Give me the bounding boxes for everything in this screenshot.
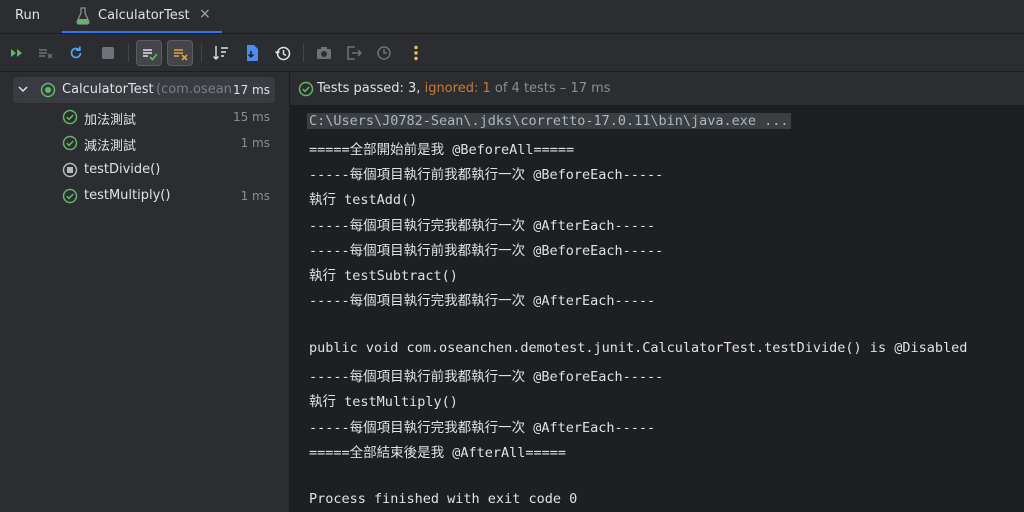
run-tool-window-title: Run	[15, 8, 40, 23]
rerun-failed-button[interactable]	[33, 40, 59, 66]
rerun-all-icon	[11, 49, 22, 57]
test-suite-passed-icon	[40, 82, 56, 98]
tree-root-calculator-test[interactable]: CalculatorTest (com.oseanchen 17 ms	[13, 77, 275, 103]
tree-item-label: testMultiply()	[84, 188, 171, 203]
export-results-button[interactable]	[341, 40, 367, 66]
console-line: -----每個項目執行前我都執行一次 @BeforeEach-----	[309, 167, 664, 183]
screenshot-button[interactable]	[311, 40, 337, 66]
tree-item-test-multiply[interactable]: testMultiply() 1 ms	[0, 183, 289, 209]
toolbar-separator	[303, 44, 304, 62]
show-passed-icon	[143, 49, 158, 61]
passed-count: Tests passed: 3,	[317, 81, 421, 96]
console-command-line[interactable]: C:\Users\J0782-Sean\.jdks\corretto-17.0.…	[307, 113, 791, 129]
stop-icon	[102, 47, 114, 59]
toolbar-separator	[201, 44, 202, 62]
show-ignored-toggle[interactable]	[167, 40, 193, 66]
sort-button[interactable]	[208, 40, 234, 66]
camera-icon	[317, 47, 331, 59]
tree-item-duration: 1 ms	[240, 189, 270, 203]
sort-icon	[213, 46, 228, 60]
show-ignored-icon	[174, 49, 188, 61]
console-line: -----每個項目執行完我都執行一次 @AfterEach-----	[309, 218, 656, 234]
export-icon	[347, 46, 363, 60]
tree-item-label: 加法測試	[84, 113, 137, 128]
toolbar-separator	[128, 44, 129, 62]
tree-item-duration: 15 ms	[232, 110, 270, 124]
test-status-bar: Tests passed: 3, ignored: 1 of 4 tests –…	[290, 72, 1024, 105]
tool-window-header: Run CalculatorTest ×	[0, 0, 1024, 34]
console-line: =====全部結束後是我 @AfterAll=====	[309, 445, 567, 461]
console-line: public void com.oseanchen.demotest.junit…	[309, 340, 968, 356]
console-line: Process finished with exit code 0	[309, 491, 578, 507]
tab-calculator-test[interactable]: CalculatorTest ×	[62, 0, 222, 33]
console-line: -----每個項目執行前我都執行一次 @BeforeEach-----	[309, 243, 664, 259]
more-options-button[interactable]	[403, 40, 429, 66]
coverage-icon	[377, 46, 391, 60]
check-circle-icon	[298, 81, 314, 97]
tab-title: CalculatorTest	[98, 8, 190, 23]
test-passed-icon	[62, 135, 78, 151]
tree-item-add-test[interactable]: 加法測試 15 ms	[0, 104, 289, 130]
console-line: =====全部開始前是我 @BeforeAll=====	[309, 142, 575, 158]
rerun-icon	[70, 46, 82, 59]
test-passed-icon	[62, 188, 78, 204]
ignored-count: ignored: 1	[424, 81, 491, 96]
show-passed-toggle[interactable]	[136, 40, 162, 66]
console-line: -----每個項目執行前我都執行一次 @BeforeEach-----	[309, 369, 664, 385]
tree-item-subtract-test[interactable]: 減法測試 1 ms	[0, 130, 289, 156]
history-icon	[275, 46, 291, 61]
console-line: -----每個項目執行完我都執行一次 @AfterEach-----	[309, 420, 656, 436]
test-results-tree: CalculatorTest (com.oseanchen 17 ms 加法測試…	[0, 72, 290, 512]
test-status-text: Tests passed: 3, ignored: 1 of 4 tests –…	[317, 81, 611, 96]
console-line: 執行 testAdd()	[309, 192, 418, 208]
tree-item-test-divide[interactable]: testDivide()	[0, 157, 289, 183]
console-line: -----每個項目執行完我都執行一次 @AfterEach-----	[309, 293, 656, 309]
coverage-button[interactable]	[371, 40, 397, 66]
tree-item-label: testDivide()	[84, 162, 161, 177]
console-output[interactable]: Tests passed: 3, ignored: 1 of 4 tests –…	[290, 72, 1024, 512]
rerun-button[interactable]	[63, 40, 89, 66]
import-tests-button[interactable]	[239, 40, 265, 66]
tree-item-duration: 1 ms	[240, 136, 270, 150]
test-passed-icon	[62, 109, 78, 125]
rerun-all-button[interactable]	[4, 40, 30, 66]
test-flask-icon	[76, 7, 90, 29]
more-vertical-icon	[414, 45, 418, 61]
tree-root-label: CalculatorTest	[62, 82, 154, 97]
console-line: 執行 testSubtract()	[309, 268, 458, 284]
total-summary: of 4 tests – 17 ms	[494, 81, 611, 96]
tree-root-duration: 17 ms	[232, 83, 270, 97]
tree-item-label: 減法測試	[84, 139, 137, 154]
test-runner-toolbar	[0, 34, 1024, 72]
test-history-button[interactable]	[270, 40, 296, 66]
test-ignored-icon	[62, 162, 78, 178]
close-icon[interactable]: ×	[199, 6, 211, 22]
console-line: 執行 testMultiply()	[309, 394, 458, 410]
chevron-down-icon[interactable]	[17, 83, 29, 95]
rerun-failed-icon	[39, 49, 53, 59]
import-icon	[247, 45, 258, 61]
stop-button[interactable]	[95, 40, 121, 66]
